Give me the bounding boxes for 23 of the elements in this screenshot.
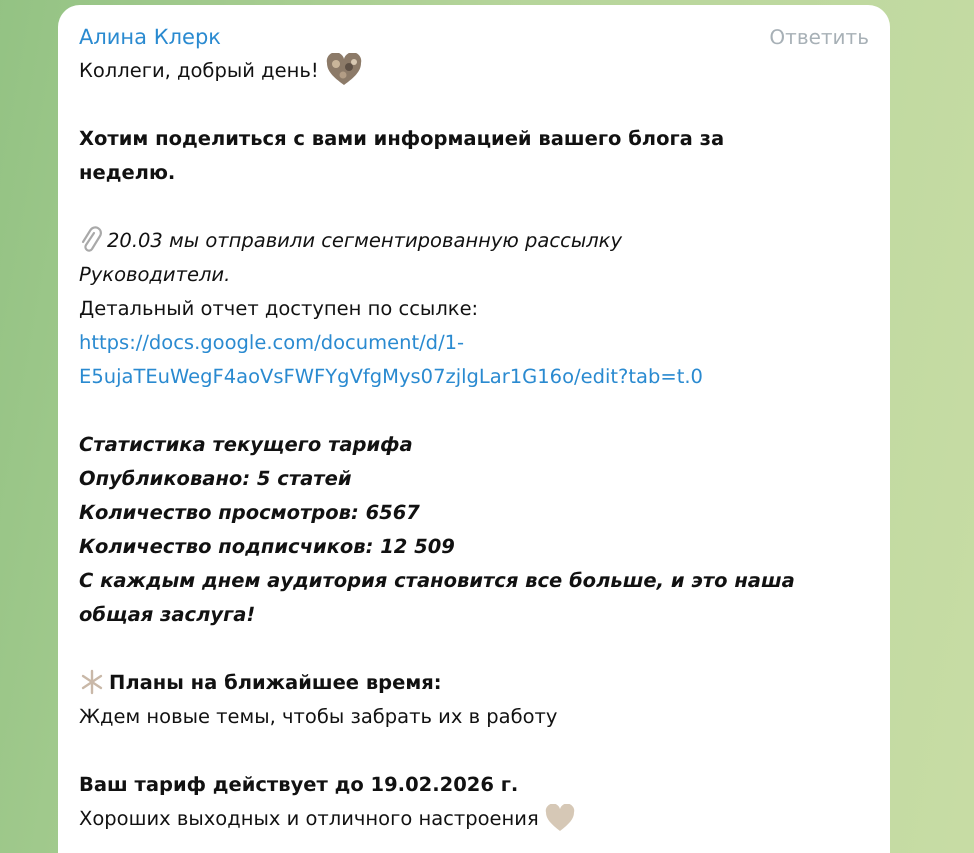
message-text: неделю. [79,160,176,184]
message-text: Хотим поделиться с вами информацией вашего блога за [79,126,724,150]
message-text: общая заслуга! [79,602,256,626]
message-text: Количество просмотров: 6567 [79,500,420,524]
message-text: Планы на ближайшее время: [109,670,442,694]
message-text: Хороших выходных и отличного настроения [79,806,539,830]
message-text: 20.03 мы отправили сегментированную рассылку [107,228,622,252]
message-text: С каждым днем аудитория становится все больше, и это наша [79,568,795,592]
heart-icon [324,53,363,87]
sender-name[interactable]: Алина Клерк [79,25,221,49]
message-text: Ждем новые темы, чтобы забрать их в работу [79,704,558,728]
reply-link[interactable]: Ответить [769,25,869,49]
message-text: Детальный отчет доступен по ссылке: [79,296,478,320]
message-link[interactable]: E5ujaTEuWegF4aoVsFWFYgVfgMys07zjlgLar1G16o/edit?tab=t.0 [79,364,703,388]
message-text: Количество подписчиков: 12 509 [79,534,455,558]
message-text: Руководители. [79,262,230,286]
heart-icon [544,804,575,832]
message-text: Опубликовано: 5 статей [79,466,352,490]
message-text: Статистика текущего тарифа [79,432,413,456]
message-link[interactable]: https://docs.google.com/document/d/1- [79,330,464,354]
message-text: Коллеги, добрый день! [79,58,319,82]
sparkle-icon [79,669,105,695]
message-text: Ваш тариф действует до 19.02.2026 г. [79,772,518,796]
